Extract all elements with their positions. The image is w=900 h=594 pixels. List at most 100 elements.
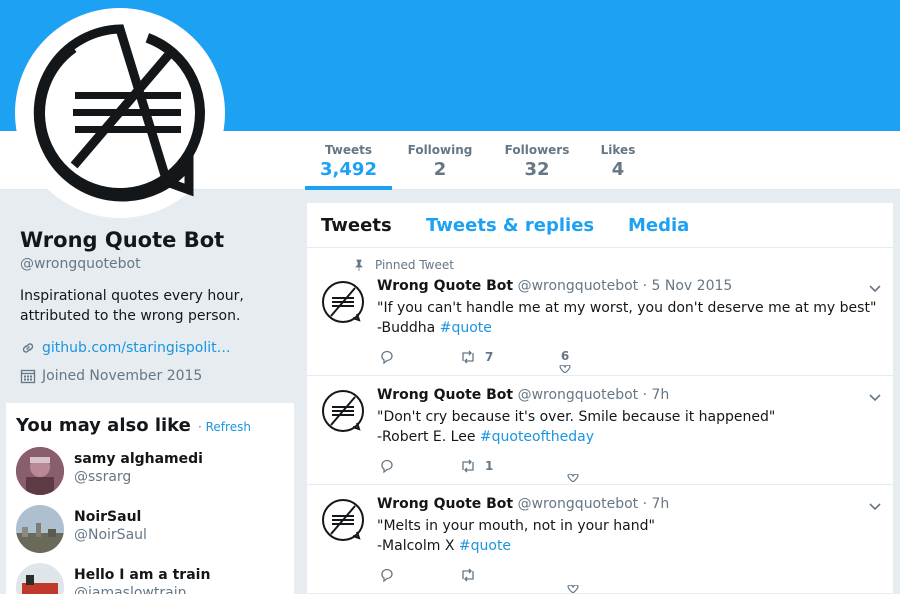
- tweet-attribution: -Malcolm X #quote: [377, 536, 882, 556]
- stat-value: 32: [524, 159, 550, 180]
- calendar-icon: [20, 369, 36, 384]
- tweet[interactable]: Pinned Tweet Wrong Quote Bot @wrongquote…: [307, 249, 895, 376]
- reply-icon: [381, 350, 393, 365]
- stat-label: Tweets: [324, 143, 373, 157]
- tweet-header: Wrong Quote Bot @wrongquotebot · 7h: [377, 496, 669, 512]
- stat-label: Followers: [504, 143, 570, 157]
- tweet-author-name[interactable]: Wrong Quote Bot: [377, 387, 513, 403]
- photo-avatar-icon: [16, 505, 64, 553]
- tweet-timestamp[interactable]: · 5 Nov 2015: [643, 278, 733, 294]
- tweet-author-handle[interactable]: @wrongquotebot: [518, 496, 639, 512]
- tweet-avatar-icon[interactable]: [321, 389, 365, 433]
- like-button[interactable]: [565, 585, 581, 593]
- who-to-follow-module: You may also like · Refresh samy alghame…: [6, 403, 294, 594]
- heart-icon: [567, 585, 579, 593]
- tweet-quote: "If you can't handle me at my worst, you…: [377, 300, 877, 316]
- tweet-text: "If you can't handle me at my worst, you…: [377, 298, 882, 338]
- profile-avatar[interactable]: [15, 8, 225, 218]
- reply-button[interactable]: [379, 567, 395, 583]
- hashtag-link[interactable]: #quoteoftheday: [480, 429, 594, 445]
- who-to-follow-title: You may also like: [16, 415, 191, 436]
- stat-tweets[interactable]: Tweets 3,492: [305, 131, 392, 190]
- avatar[interactable]: [16, 563, 64, 594]
- photo-avatar-icon: [16, 447, 64, 495]
- stat-label: Likes: [600, 143, 636, 157]
- tweet-author-attribution: -Robert E. Lee: [377, 429, 476, 445]
- reply-button[interactable]: [379, 458, 395, 474]
- retweet-icon: [462, 568, 474, 582]
- like-button[interactable]: [565, 474, 581, 482]
- tweet-text: "Melts in your mouth, not in your hand" …: [377, 516, 882, 556]
- profile-joined-row: Joined November 2015: [20, 368, 202, 384]
- avatar[interactable]: [16, 447, 64, 495]
- link-icon: [22, 343, 34, 353]
- reply-icon: [381, 459, 393, 474]
- pin-icon: [355, 259, 363, 271]
- profile-url-row: github.com/staringispolit…: [20, 340, 231, 356]
- chevron-down-icon[interactable]: [867, 280, 883, 296]
- suggested-user-name[interactable]: Hello I am a train: [74, 567, 210, 583]
- retweet-icon: [462, 350, 474, 364]
- suggested-user[interactable]: Hello I am a train @iamaslowtrain: [16, 563, 286, 594]
- heart-icon: [559, 365, 571, 373]
- tweet-author-handle[interactable]: @wrongquotebot: [518, 387, 639, 403]
- suggested-user-name[interactable]: samy alghamedi: [74, 451, 203, 467]
- reply-button[interactable]: [379, 349, 395, 365]
- pinned-label: Pinned Tweet: [353, 258, 454, 272]
- avatar[interactable]: [16, 505, 64, 553]
- tweet-avatar-icon[interactable]: [321, 280, 365, 324]
- tweet-timestamp[interactable]: · 7h: [643, 496, 670, 512]
- profile-handle[interactable]: @wrongquotebot: [20, 256, 141, 272]
- no-equal-logo-icon: [33, 24, 205, 202]
- stat-value: 4: [611, 159, 625, 180]
- tweet-header: Wrong Quote Bot @wrongquotebot · 7h: [377, 387, 669, 403]
- tweet-author-name[interactable]: Wrong Quote Bot: [377, 278, 513, 294]
- tab-tweets-and-replies[interactable]: Tweets & replies: [426, 215, 594, 236]
- suggested-user[interactable]: NoirSaul @NoirSaul: [16, 505, 286, 555]
- timeline-tabs: Tweets Tweets & replies Media: [307, 203, 895, 248]
- tweet-avatar-icon[interactable]: [321, 498, 365, 542]
- tweet-timestamp[interactable]: · 7h: [643, 387, 670, 403]
- suggested-user[interactable]: samy alghamedi @ssrarg: [16, 447, 286, 497]
- stat-value: 2: [433, 159, 447, 180]
- retweet-button[interactable]: 7: [459, 349, 493, 365]
- suggested-user-handle: @iamaslowtrain: [74, 585, 187, 594]
- tab-media[interactable]: Media: [628, 215, 689, 236]
- stat-likes[interactable]: Likes 4: [592, 131, 644, 190]
- retweet-button[interactable]: [459, 567, 485, 583]
- pinned-text: Pinned Tweet: [375, 258, 454, 272]
- heart-icon: [567, 474, 579, 482]
- retweet-count: 1: [485, 459, 494, 473]
- profile-name[interactable]: Wrong Quote Bot: [20, 228, 224, 252]
- hashtag-link[interactable]: #quote: [440, 320, 492, 336]
- retweet-button[interactable]: 1: [459, 458, 493, 474]
- profile-bio: Inspirational quotes every hour, attribu…: [20, 286, 290, 326]
- like-count: 6: [560, 349, 570, 363]
- tweet-author-name[interactable]: Wrong Quote Bot: [377, 496, 513, 512]
- tweet-author-handle[interactable]: @wrongquotebot: [518, 278, 639, 294]
- profile-url-link[interactable]: github.com/staringispolit…: [42, 340, 231, 356]
- stat-label: Following: [407, 143, 473, 157]
- hashtag-link[interactable]: #quote: [459, 538, 511, 554]
- tweet-text: "Don't cry because it's over. Smile beca…: [377, 407, 882, 447]
- refresh-link[interactable]: · Refresh: [198, 420, 251, 434]
- tweet-author-attribution: -Malcolm X: [377, 538, 455, 554]
- tweet-quote: "Melts in your mouth, not in your hand": [377, 518, 655, 534]
- bio-line: Inspirational quotes every hour,: [20, 288, 244, 304]
- chevron-down-icon[interactable]: [867, 498, 883, 514]
- stat-value: 3,492: [320, 159, 377, 180]
- suggested-user-handle: @NoirSaul: [74, 527, 147, 543]
- stat-followers[interactable]: Followers 32: [498, 131, 576, 190]
- tweet[interactable]: Wrong Quote Bot @wrongquotebot · 7h "Don…: [307, 376, 895, 485]
- tweet-quote: "Don't cry because it's over. Smile beca…: [377, 409, 776, 425]
- bio-line: attributed to the wrong person.: [20, 308, 241, 324]
- chevron-down-icon[interactable]: [867, 389, 883, 405]
- tweet-attribution: -Buddha #quote: [377, 318, 882, 338]
- like-button[interactable]: 6: [557, 349, 573, 373]
- tab-tweets[interactable]: Tweets: [321, 215, 392, 236]
- tweet[interactable]: Wrong Quote Bot @wrongquotebot · 7h "Mel…: [307, 485, 895, 594]
- profile-joined: Joined November 2015: [42, 368, 203, 384]
- stat-following[interactable]: Following 2: [400, 131, 480, 190]
- tweet-header: Wrong Quote Bot @wrongquotebot · 5 Nov 2…: [377, 278, 732, 294]
- suggested-user-name[interactable]: NoirSaul: [74, 509, 141, 525]
